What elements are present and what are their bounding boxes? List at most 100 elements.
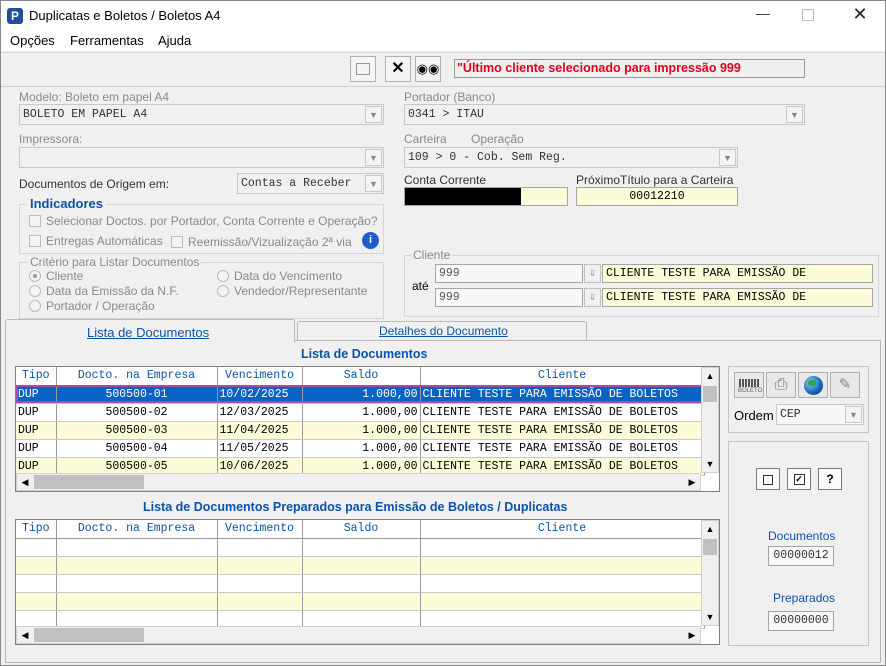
- reemissao-label: Reemissão/Vizualização 2ª via: [188, 235, 352, 249]
- preparados-label: Preparados: [773, 591, 836, 605]
- tab-lista-documentos[interactable]: Lista de Documentos: [5, 319, 295, 342]
- impressora-select[interactable]: ▼: [19, 147, 384, 168]
- col-saldo[interactable]: Saldo: [302, 367, 421, 386]
- preparados-grid[interactable]: Tipo Docto. na Empresa Vencimento Saldo …: [15, 519, 720, 645]
- cliente-title: Cliente: [411, 248, 453, 262]
- carteira-select[interactable]: 109 > 0 - Cob. Sem Reg. ▼: [404, 147, 738, 168]
- menu-ajuda[interactable]: Ajuda: [158, 33, 191, 48]
- col-saldo[interactable]: Saldo: [302, 520, 421, 539]
- maximize-button[interactable]: [802, 9, 814, 21]
- docs-origem-label: Documentos de Origem em:: [19, 177, 170, 191]
- table-row-selected[interactable]: DUP 500500-01 10/02/2025 1.000,00 CLIENT…: [16, 385, 705, 404]
- email-icon[interactable]: ✎: [830, 372, 860, 398]
- selecionar-doctos-label: Selecionar Doctos. por Portador, Conta C…: [46, 214, 378, 228]
- globe-icon[interactable]: [798, 372, 828, 398]
- proximo-titulo-field[interactable]: 00012210: [576, 187, 738, 206]
- cliente-from-name[interactable]: CLIENTE TESTE PARA EMISSÃO DE: [602, 264, 873, 283]
- scroll-left-icon[interactable]: ◀: [17, 627, 33, 643]
- menu-opcoes[interactable]: Opções: [10, 33, 55, 48]
- radio-cliente[interactable]: [29, 270, 41, 282]
- cliente-from-code[interactable]: 999: [435, 264, 583, 283]
- modelo-value: BOLETO EM PAPEL A4: [23, 108, 148, 121]
- table-row[interactable]: [16, 592, 705, 611]
- chevron-down-icon: ▼: [719, 149, 736, 166]
- boleto-icon[interactable]: BOLETO: [734, 372, 764, 398]
- printer-icon[interactable]: ⎙: [766, 372, 796, 398]
- lista-documentos-grid[interactable]: Tipo Docto. na Empresa Vencimento Saldo …: [15, 366, 720, 492]
- modelo-select[interactable]: BOLETO EM PAPEL A4 ▼: [19, 104, 384, 125]
- indicadores-title: Indicadores: [27, 196, 106, 211]
- cliente-to-spin-icon[interactable]: ⇓: [584, 288, 601, 307]
- lista-hscrollbar[interactable]: ◀ ▶: [16, 473, 701, 491]
- table-row[interactable]: [16, 538, 705, 557]
- col-vencimento[interactable]: Vencimento: [217, 520, 303, 539]
- table-row[interactable]: DUP 500500-04 11/05/2025 1.000,00 CLIENT…: [16, 439, 705, 458]
- scroll-up-icon[interactable]: ▲: [702, 521, 718, 537]
- radio-vendedor-label: Vendedor/Representante: [234, 284, 368, 298]
- scroll-thumb[interactable]: [703, 539, 717, 555]
- reemissao-checkbox[interactable]: [171, 236, 183, 248]
- cliente-to-code[interactable]: 999: [435, 288, 583, 307]
- hscroll-thumb[interactable]: [34, 475, 144, 489]
- help-question-button[interactable]: ?: [818, 468, 842, 490]
- preparados-title: Lista de Documentos Preparados para Emis…: [143, 500, 568, 514]
- scroll-left-icon[interactable]: ◀: [17, 474, 33, 490]
- radio-cliente-label: Cliente: [46, 269, 84, 283]
- impressora-label: Impressora:: [19, 132, 83, 146]
- blank-button[interactable]: [350, 56, 376, 82]
- table-row[interactable]: DUP 500500-03 11/04/2025 1.000,00 CLIENT…: [16, 421, 705, 440]
- minimize-button[interactable]: —: [753, 5, 773, 25]
- radio-data-vencimento[interactable]: [217, 270, 229, 282]
- entregas-automaticas-checkbox[interactable]: [29, 235, 41, 247]
- cancel-x-icon[interactable]: ✕: [385, 56, 411, 82]
- scroll-thumb[interactable]: [703, 386, 717, 402]
- col-cliente[interactable]: Cliente: [420, 520, 705, 539]
- scroll-right-icon[interactable]: ▶: [684, 627, 700, 643]
- scroll-up-icon[interactable]: ▲: [702, 368, 718, 384]
- preparados-hscrollbar[interactable]: ◀ ▶: [16, 626, 701, 644]
- menu-ferramentas[interactable]: Ferramentas: [70, 33, 144, 48]
- scroll-down-icon[interactable]: ▼: [702, 609, 718, 625]
- close-window-button[interactable]: ✕: [850, 4, 870, 26]
- portador-label: Portador (Banco): [404, 90, 496, 104]
- col-tipo[interactable]: Tipo: [16, 520, 57, 539]
- select-all-button[interactable]: ✓: [787, 468, 811, 490]
- docs-origem-select[interactable]: Contas a Receber ▼: [237, 173, 384, 194]
- radio-portador[interactable]: [29, 300, 41, 312]
- status-message-box: "Último cliente selecionado para impress…: [454, 59, 805, 78]
- portador-select[interactable]: 0341 > ITAU ▼: [404, 104, 805, 125]
- conta-corrente-field[interactable]: [404, 187, 568, 206]
- deselect-all-button[interactable]: [756, 468, 780, 490]
- preparados-count: 00000000: [768, 611, 834, 631]
- cliente-to-name[interactable]: CLIENTE TESTE PARA EMISSÃO DE: [602, 288, 873, 307]
- col-tipo[interactable]: Tipo: [16, 367, 57, 386]
- table-row[interactable]: DUP 500500-02 12/03/2025 1.000,00 CLIENT…: [16, 403, 705, 422]
- radio-portador-label: Portador / Operação: [46, 299, 155, 313]
- title-bar: P Duplicatas e Boletos / Boletos A4 — ✕: [1, 1, 885, 31]
- cliente-from-spin-icon[interactable]: ⇓: [584, 264, 601, 283]
- preparados-vscrollbar[interactable]: ▲ ▼: [701, 520, 719, 626]
- radio-vendedor[interactable]: [217, 285, 229, 297]
- ate-label: até: [412, 279, 429, 293]
- radio-data-emissao[interactable]: [29, 285, 41, 297]
- selecionar-doctos-checkbox[interactable]: [29, 215, 41, 227]
- hscroll-thumb[interactable]: [34, 628, 144, 642]
- col-cliente[interactable]: Cliente: [420, 367, 705, 386]
- tab-detalhes-documento[interactable]: Detalhes do Documento: [297, 321, 587, 340]
- table-row[interactable]: [16, 574, 705, 593]
- table-row[interactable]: [16, 556, 705, 575]
- chevron-down-icon: ▼: [365, 175, 382, 192]
- col-vencimento[interactable]: Vencimento: [217, 367, 303, 386]
- scroll-down-icon[interactable]: ▼: [702, 456, 718, 472]
- radio-data-emissao-label: Data da Emissão da N.F.: [46, 284, 179, 298]
- status-message: "Último cliente selecionado para impress…: [457, 61, 741, 75]
- col-docto[interactable]: Docto. na Empresa: [56, 367, 218, 386]
- ordem-select[interactable]: CEP ▼: [776, 404, 864, 425]
- documentos-count: 00000012: [768, 546, 834, 566]
- info-icon[interactable]: i: [362, 232, 379, 249]
- binoculars-search-icon[interactable]: ◉◉: [415, 56, 441, 82]
- lista-vscrollbar[interactable]: ▲ ▼: [701, 367, 719, 473]
- app-window: P Duplicatas e Boletos / Boletos A4 — ✕ …: [0, 0, 886, 666]
- col-docto[interactable]: Docto. na Empresa: [56, 520, 218, 539]
- scroll-right-icon[interactable]: ▶: [684, 474, 700, 490]
